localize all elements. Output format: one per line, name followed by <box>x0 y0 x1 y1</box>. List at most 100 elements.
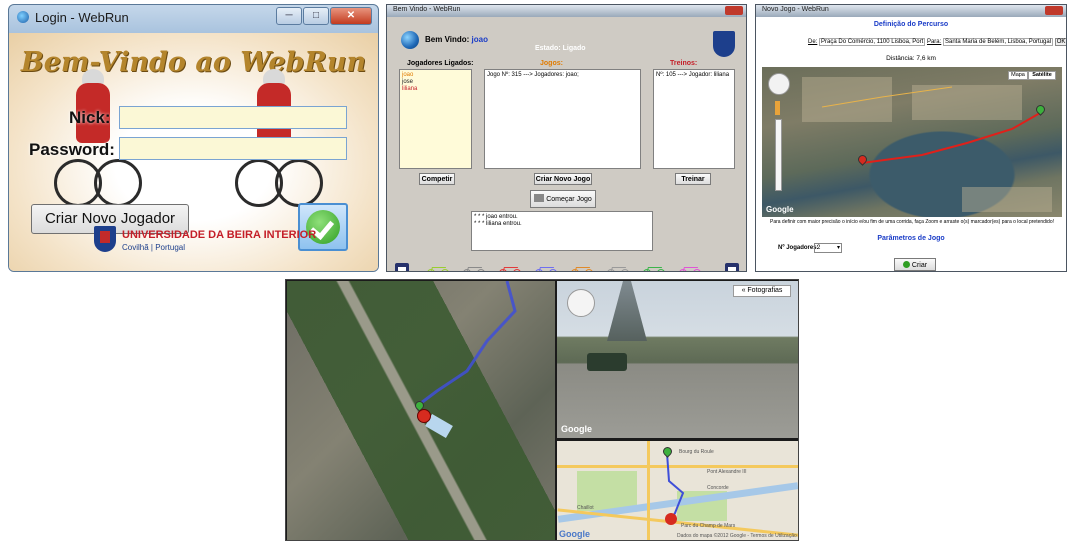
pegman-icon[interactable] <box>775 101 780 115</box>
map-footer: Dados do mapa ©2012 Google - Termos de U… <box>677 533 797 539</box>
pan-control-icon[interactable] <box>768 73 790 95</box>
players-count-label: Nº Jogadores: <box>778 245 819 251</box>
bike-icon[interactable] <box>499 265 521 271</box>
login-titlebar: Login - WebRun <box>17 10 129 25</box>
minimize-button[interactable]: ─ <box>276 7 302 25</box>
map-type-satellite-button[interactable]: Satélite <box>1028 71 1056 80</box>
password-label: Password: <box>29 140 115 159</box>
university-shield-icon <box>94 226 116 252</box>
new-game-titlebar: Novo Jogo - WebRun <box>756 5 1066 17</box>
close-button[interactable] <box>725 6 743 15</box>
chevron-down-icon: ▾ <box>836 245 840 251</box>
globe-icon <box>401 31 419 49</box>
map-label: Bourg du Roule <box>679 449 714 455</box>
login-title: Login - WebRun <box>35 10 129 25</box>
checkmark-icon <box>902 261 910 268</box>
create-game-button[interactable]: Criar Novo Jogo <box>534 173 592 185</box>
street-view[interactable]: « Fotografias Google <box>557 281 798 438</box>
map-label: Chaillot <box>577 505 594 511</box>
map-label: Parc du Champ de Mars <box>681 523 736 529</box>
new-game-window: Novo Jogo - WebRun Definição do Percurso… <box>755 4 1067 272</box>
bike-icon[interactable] <box>607 265 629 271</box>
hint-text: Para definir com maior precisão o início… <box>769 219 1054 225</box>
training-list[interactable]: Nº: 105 ---> Jogador: liliana <box>653 69 735 169</box>
from-input[interactable]: Praça Do Comércio, 1100 Lisboa, Port <box>819 38 926 46</box>
road-map[interactable]: Bourg du Roule Concorde Chaillot Parc du… <box>557 441 798 540</box>
welcome-label: Bem Vindo: joao <box>425 35 488 44</box>
login-body: Bem-Vindo ao WebRun Nick: Password: Cria… <box>9 33 378 271</box>
map-label: Pont Alexandre III <box>707 469 747 475</box>
training-header: Treinos: <box>670 60 698 67</box>
connection-state: Estado: Ligado <box>535 45 586 52</box>
device-icon <box>725 263 739 271</box>
username: joao <box>471 35 488 44</box>
compete-button[interactable]: Competir <box>419 173 455 185</box>
distance-label: Distância: 7,6 km <box>886 55 936 62</box>
to-label: Para: <box>926 39 942 45</box>
zoom-slider[interactable] <box>775 119 782 191</box>
bike-icon <box>534 194 545 202</box>
bike-icon[interactable] <box>679 265 701 271</box>
lobby-body: Bem Vindo: joao Estado: Ligado Jogadores… <box>387 17 746 271</box>
vehicle <box>587 353 627 371</box>
lobby-window: Bem Vindo - WebRun Bem Vindo: joao Estad… <box>386 4 747 272</box>
tower-structure <box>607 281 647 341</box>
university-location: Covilhã | Portugal <box>122 243 185 252</box>
log-line: * * * joao entrou. <box>474 214 518 220</box>
lobby-title: Bem Vindo - WebRun <box>393 6 461 13</box>
pan-control-icon[interactable] <box>567 289 595 317</box>
start-game-button[interactable]: Começar Jogo <box>530 190 596 208</box>
list-item[interactable]: liliana <box>402 86 469 93</box>
list-item[interactable]: Nº: 105 ---> Jogador: liliana <box>656 72 732 79</box>
to-input[interactable]: Santa Maria de Belém, Lisboa, Portugal <box>942 38 1054 46</box>
list-item[interactable]: jose <box>402 79 469 86</box>
window-controls: ─ □ ✕ <box>276 7 372 25</box>
university-name: UNIVERSIDADE DA BEIRA INTERIOR <box>122 229 317 241</box>
google-logo: Google <box>766 205 794 214</box>
satellite-map[interactable]: Mapa Satélite Google <box>762 67 1062 217</box>
players-header: Jogadores Ligados: <box>407 60 474 67</box>
close-button[interactable] <box>1045 6 1063 15</box>
lobby-titlebar: Bem Vindo - WebRun <box>387 5 746 17</box>
bike-icon[interactable] <box>463 265 485 271</box>
route-path <box>821 86 1041 164</box>
paris-map-window: « Fotografias Google Bourg du Roule Conc… <box>285 279 799 541</box>
google-logo: Google <box>559 529 590 539</box>
player-bike-icon <box>417 409 431 423</box>
close-button[interactable]: ✕ <box>330 7 372 25</box>
google-logo: Google <box>561 424 592 434</box>
maximize-button[interactable]: □ <box>303 7 329 25</box>
route-title: Definição do Percurso <box>873 21 949 28</box>
new-game-title: Novo Jogo - WebRun <box>762 6 829 13</box>
games-header: Jogos: <box>540 60 563 67</box>
players-count-select[interactable]: 2 ▾ <box>814 243 842 253</box>
app-globe-icon <box>17 11 29 23</box>
players-list[interactable]: joao jose liliana <box>399 69 472 169</box>
bike-icon[interactable] <box>427 265 449 271</box>
nick-input[interactable] <box>119 106 347 129</box>
password-input[interactable] <box>119 137 347 160</box>
welcome-banner: Bem-Vindo ao WebRun <box>20 47 367 78</box>
player-bike-icon <box>665 513 677 525</box>
from-label: De: <box>808 39 818 45</box>
map-label: Concorde <box>707 485 729 491</box>
train-button[interactable]: Treinar <box>675 173 711 185</box>
games-list[interactable]: Jogo Nº: 315 ---> Jogadores: joao; <box>484 69 641 169</box>
device-icon <box>395 263 409 271</box>
login-window: Login - WebRun ─ □ ✕ Bem-Vindo ao WebRun… <box>8 4 379 272</box>
list-item[interactable]: joao <box>402 72 469 79</box>
ok-button[interactable]: OK <box>1054 38 1066 46</box>
params-title: Parâmetros de Jogo <box>877 235 945 242</box>
satellite-view[interactable] <box>287 281 555 540</box>
map-type-map-button[interactable]: Mapa <box>1008 71 1028 80</box>
login-ok-button[interactable] <box>298 203 348 251</box>
event-log: * * * joao entrou. * * * liliana entrou. <box>471 211 653 251</box>
create-game-button[interactable]: Criar Jogo <box>894 258 936 271</box>
photos-button[interactable]: « Fotografias <box>733 285 791 297</box>
bike-icon[interactable] <box>535 265 557 271</box>
bike-icon[interactable] <box>643 265 665 271</box>
list-item[interactable]: Jogo Nº: 315 ---> Jogadores: joao; <box>487 72 638 79</box>
route-path <box>666 452 685 520</box>
log-line: * * * liliana entrou. <box>474 221 522 227</box>
bike-icon[interactable] <box>571 265 593 271</box>
